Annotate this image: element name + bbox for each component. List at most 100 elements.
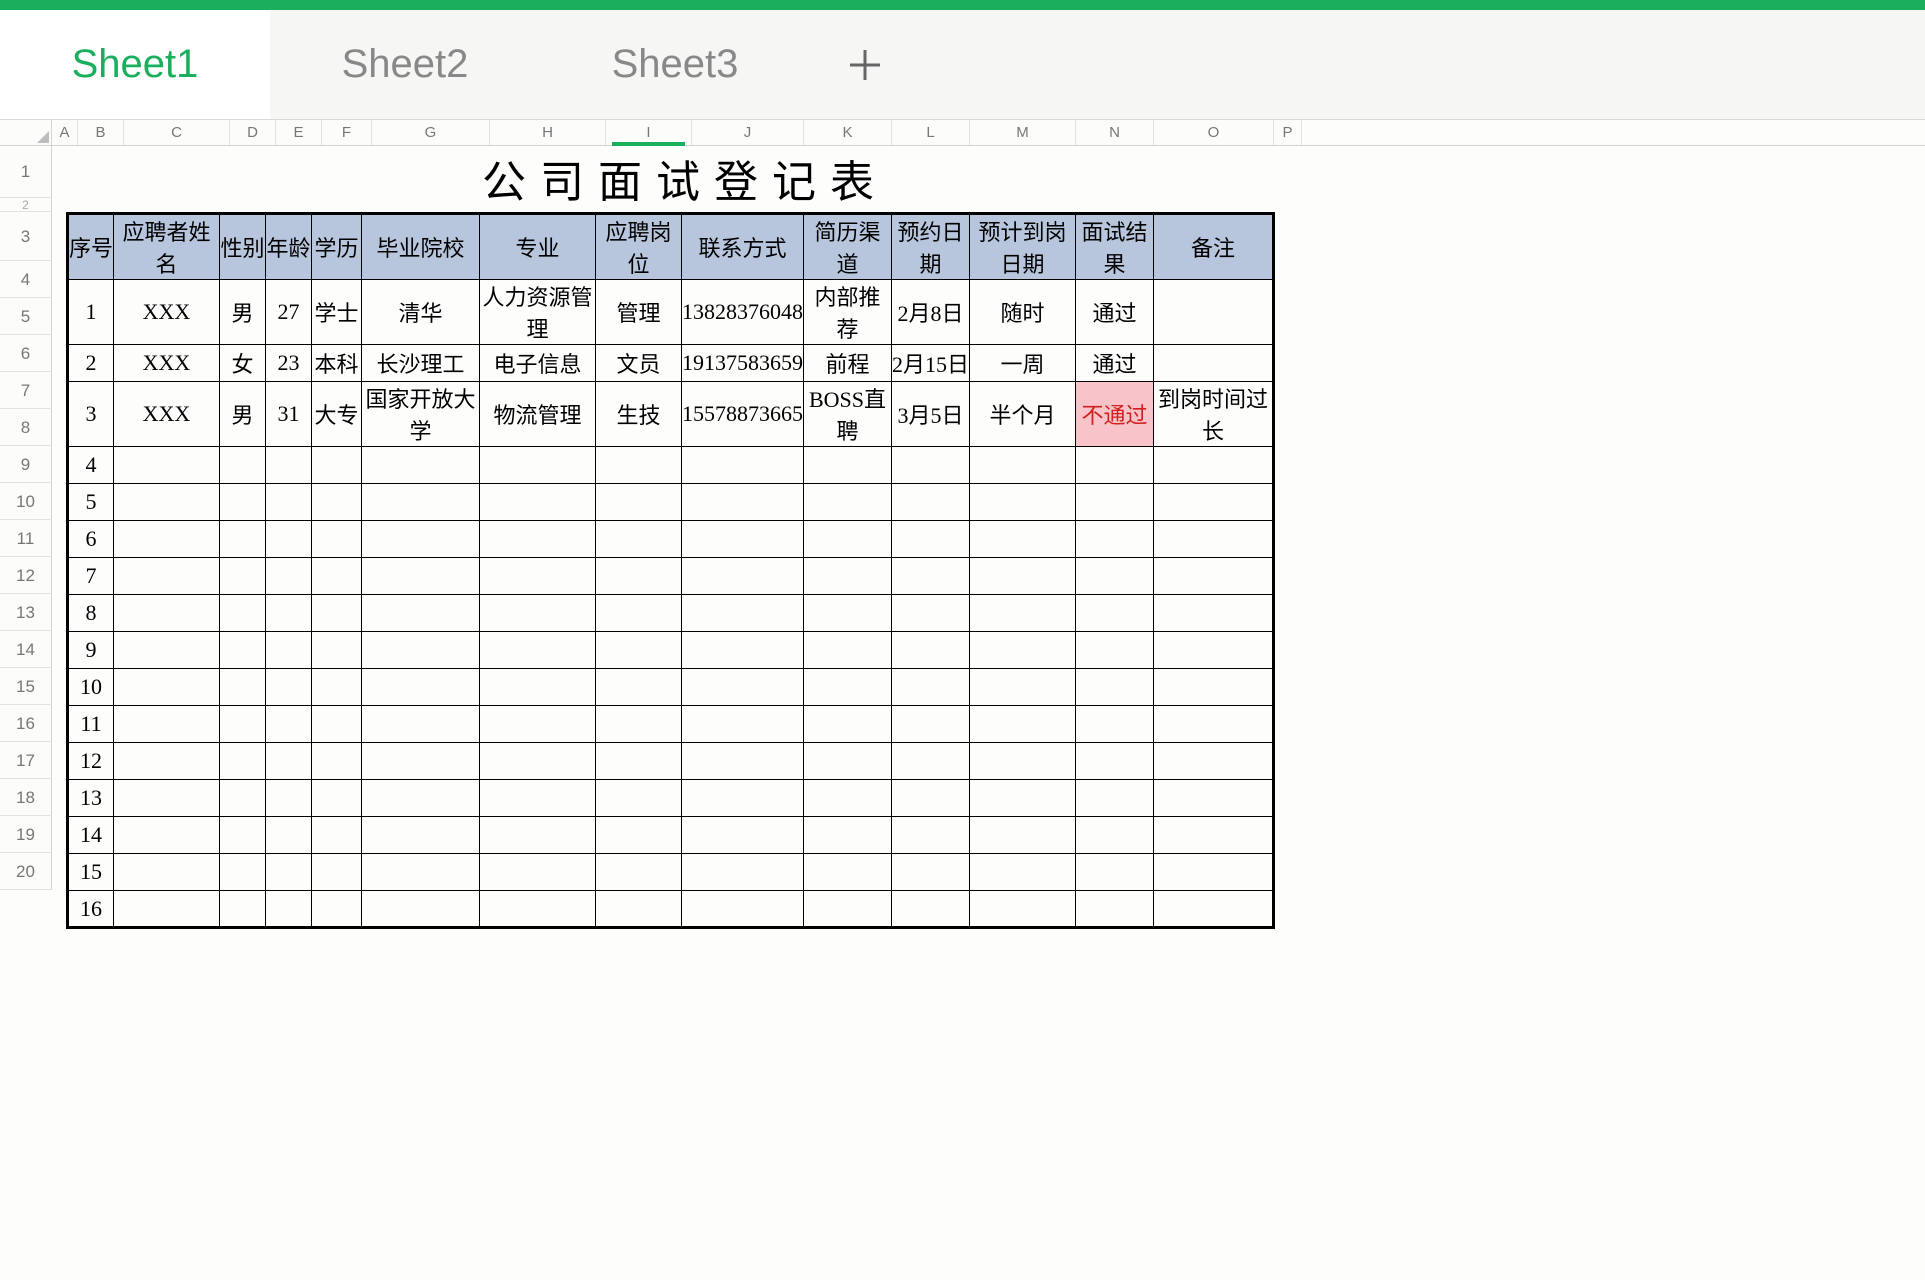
cell[interactable] — [970, 706, 1076, 743]
cell[interactable] — [114, 780, 220, 817]
column-header[interactable]: D — [230, 120, 276, 145]
cell[interactable] — [970, 743, 1076, 780]
row-header[interactable]: 15 — [0, 668, 52, 705]
cell[interactable] — [1076, 447, 1154, 484]
table-row[interactable]: 11 — [68, 706, 1274, 743]
cell[interactable] — [970, 447, 1076, 484]
cell[interactable] — [114, 669, 220, 706]
cell[interactable] — [596, 817, 682, 854]
column-header[interactable]: C — [124, 120, 230, 145]
cell[interactable] — [682, 484, 804, 521]
cell[interactable] — [362, 558, 480, 595]
cell[interactable] — [266, 743, 312, 780]
table-row[interactable]: 10 — [68, 669, 1274, 706]
cell[interactable] — [480, 447, 596, 484]
cell[interactable]: 11 — [68, 706, 114, 743]
cell[interactable] — [362, 669, 480, 706]
row-header[interactable]: 9 — [0, 446, 52, 483]
cell[interactable] — [362, 891, 480, 928]
row-header[interactable]: 3 — [0, 212, 52, 261]
row-header[interactable]: 14 — [0, 631, 52, 668]
cell[interactable] — [1076, 854, 1154, 891]
cell[interactable] — [804, 484, 892, 521]
cell[interactable] — [362, 484, 480, 521]
table-header-cell[interactable]: 应聘者姓名 — [114, 214, 220, 280]
cell[interactable] — [1154, 891, 1274, 928]
table-row[interactable]: 2XXX女23本科长沙理工电子信息文员19137583659前程2月15日一周通… — [68, 345, 1274, 382]
cell[interactable]: 9 — [68, 632, 114, 669]
cell[interactable] — [596, 558, 682, 595]
cell[interactable] — [266, 780, 312, 817]
table-header-cell[interactable]: 学历 — [312, 214, 362, 280]
cell[interactable] — [266, 817, 312, 854]
table-row[interactable]: 9 — [68, 632, 1274, 669]
cell[interactable] — [682, 632, 804, 669]
cell[interactable]: 2月15日 — [892, 345, 970, 382]
cell[interactable] — [220, 521, 266, 558]
cell[interactable] — [1154, 706, 1274, 743]
cell[interactable] — [266, 854, 312, 891]
table-row[interactable]: 13 — [68, 780, 1274, 817]
cell[interactable] — [1076, 484, 1154, 521]
cell[interactable]: 大专 — [312, 382, 362, 447]
cell[interactable]: 不通过 — [1076, 382, 1154, 447]
cell[interactable] — [480, 558, 596, 595]
cell[interactable]: 19137583659 — [682, 345, 804, 382]
tab-sheet2[interactable]: Sheet2 — [270, 10, 540, 119]
spreadsheet-grid[interactable]: ABCDEFGHIJKLMNOP 1 2 3456789101112131415… — [0, 120, 1925, 929]
cell[interactable] — [970, 780, 1076, 817]
cell[interactable] — [1076, 743, 1154, 780]
cell[interactable] — [220, 632, 266, 669]
cell[interactable]: 14 — [68, 817, 114, 854]
cell[interactable] — [804, 706, 892, 743]
cell[interactable] — [114, 743, 220, 780]
cell[interactable] — [596, 521, 682, 558]
table-header-cell[interactable]: 毕业院校 — [362, 214, 480, 280]
select-all-corner[interactable] — [0, 120, 52, 145]
cell[interactable] — [892, 743, 970, 780]
cell[interactable]: 16 — [68, 891, 114, 928]
cell[interactable]: 2 — [68, 345, 114, 382]
cell[interactable]: 15 — [68, 854, 114, 891]
column-header[interactable]: M — [970, 120, 1076, 145]
cell[interactable]: 13 — [68, 780, 114, 817]
cell[interactable] — [114, 521, 220, 558]
cell[interactable] — [266, 521, 312, 558]
cell[interactable]: 前程 — [804, 345, 892, 382]
cell[interactable] — [312, 447, 362, 484]
interview-table[interactable]: 序号应聘者姓名性别年龄学历毕业院校专业应聘岗位联系方式简历渠道预约日期预计到岗日… — [66, 212, 1275, 929]
row-header[interactable]: 7 — [0, 372, 52, 409]
cell[interactable] — [220, 595, 266, 632]
cell[interactable] — [892, 891, 970, 928]
row-header[interactable]: 20 — [0, 853, 52, 890]
cell[interactable] — [266, 484, 312, 521]
cell[interactable] — [970, 669, 1076, 706]
cell[interactable]: 3月5日 — [892, 382, 970, 447]
cell[interactable] — [804, 891, 892, 928]
cell[interactable]: 管理 — [596, 280, 682, 345]
row-header[interactable]: 12 — [0, 557, 52, 594]
row-header[interactable]: 4 — [0, 261, 52, 298]
cell[interactable] — [312, 743, 362, 780]
cell[interactable] — [970, 817, 1076, 854]
row-header[interactable]: 5 — [0, 298, 52, 335]
cell[interactable] — [220, 817, 266, 854]
cell[interactable]: 12 — [68, 743, 114, 780]
cell[interactable]: 13828376048 — [682, 280, 804, 345]
column-header[interactable]: N — [1076, 120, 1154, 145]
cell[interactable]: 3 — [68, 382, 114, 447]
cell[interactable] — [682, 669, 804, 706]
cell[interactable] — [480, 632, 596, 669]
cell[interactable]: 本科 — [312, 345, 362, 382]
cell[interactable] — [682, 595, 804, 632]
row-header[interactable]: 16 — [0, 705, 52, 742]
column-header[interactable]: A — [52, 120, 78, 145]
cell[interactable] — [682, 521, 804, 558]
cell[interactable] — [114, 632, 220, 669]
cell[interactable] — [1076, 521, 1154, 558]
cell[interactable]: XXX — [114, 382, 220, 447]
column-header[interactable]: H — [490, 120, 606, 145]
cell[interactable] — [804, 669, 892, 706]
cell[interactable]: 人力资源管理 — [480, 280, 596, 345]
cell[interactable]: 6 — [68, 521, 114, 558]
